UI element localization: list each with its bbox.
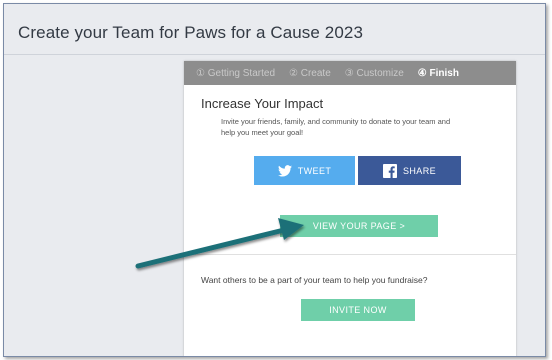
window-frame: Create your Team for Paws for a Cause 20… xyxy=(3,3,546,357)
pointer-arrow-icon xyxy=(135,218,304,269)
